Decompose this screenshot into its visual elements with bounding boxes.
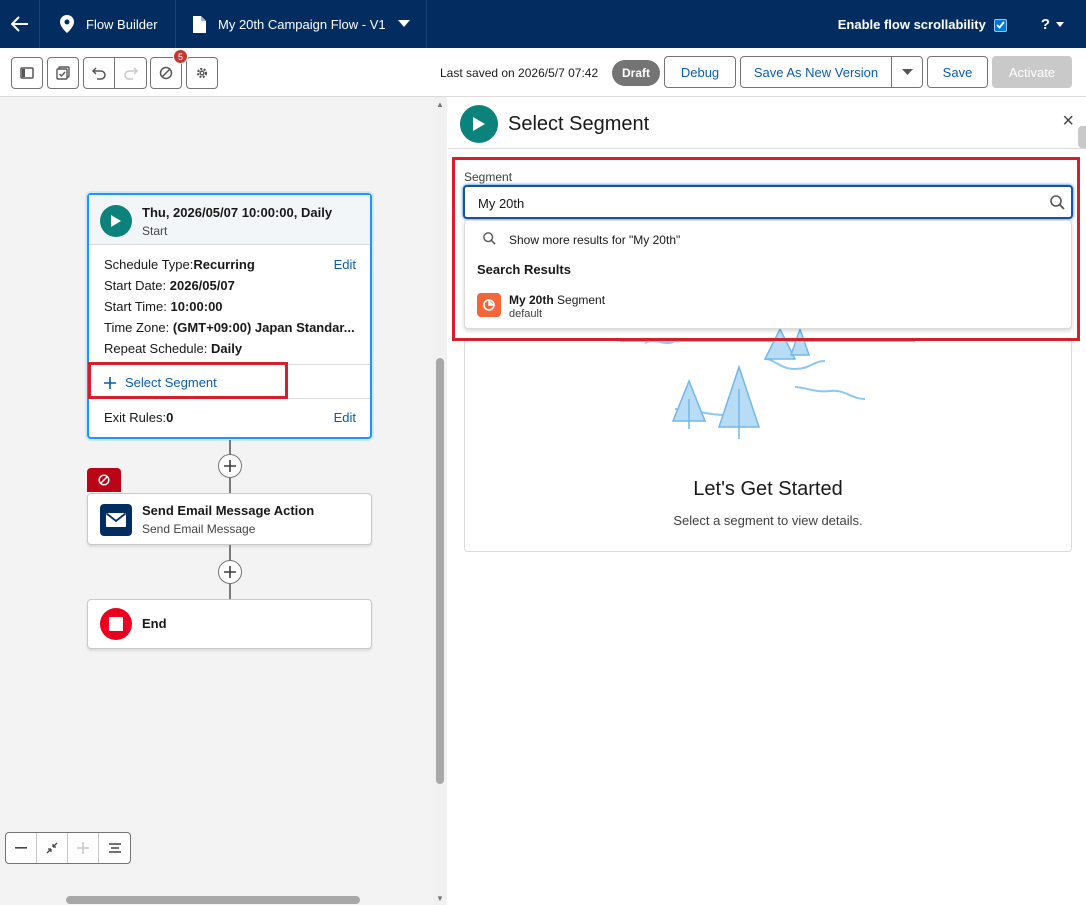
highlight-segment-lookup <box>452 157 1080 341</box>
send-email-subtitle: Send Email Message <box>142 522 256 536</box>
fault-indicator[interactable] <box>87 468 121 492</box>
play-icon <box>100 205 132 237</box>
end-node[interactable]: End <box>87 599 372 649</box>
add-element-button[interactable] <box>218 560 242 584</box>
toggle-toolbox-button[interactable] <box>11 57 43 89</box>
stop-icon <box>100 608 132 640</box>
edit-schedule-link[interactable]: Edit <box>334 257 356 272</box>
panel-collapse-tab[interactable] <box>1078 126 1086 148</box>
undo-icon <box>92 67 106 80</box>
sidebar-panel-icon <box>20 67 34 79</box>
help-menu[interactable]: ? <box>1041 16 1064 33</box>
back-arrow-icon <box>10 16 28 32</box>
start-node[interactable]: Thu, 2026/05/07 10:00:00, Daily Start Sc… <box>87 193 372 439</box>
edit-exit-rules-link[interactable]: Edit <box>334 410 356 425</box>
exit-rules-value: 0 <box>166 410 174 425</box>
start-time-row: Start Time: 10:00:00 <box>104 299 223 314</box>
ban-icon <box>159 66 173 80</box>
location-pin-icon <box>60 15 74 33</box>
time-zone-value: (GMT+09:00) Japan Standar... <box>172 320 355 335</box>
flow-name: My 20th Campaign Flow - V1 <box>218 16 386 32</box>
redo-button[interactable] <box>115 57 147 89</box>
start-date-value: 2026/05/07 <box>169 278 235 293</box>
start-node-title: Thu, 2026/05/07 10:00:00, Daily <box>142 205 333 220</box>
status-badge: Draft <box>612 60 660 86</box>
save-as-new-version-button[interactable]: Save As New Version <box>740 56 892 88</box>
redo-icon <box>123 67 138 80</box>
plus-icon <box>77 842 89 854</box>
top-bar: Flow Builder My 20th Campaign Flow - V1 … <box>0 0 1086 48</box>
close-icon[interactable]: × <box>1062 110 1074 133</box>
back-button[interactable] <box>0 0 40 48</box>
empty-state-card: Let's Get Started Select a segment to vi… <box>464 329 1072 552</box>
schedule-type-value: Recurring <box>193 257 255 272</box>
add-element-button[interactable] <box>218 454 242 478</box>
contract-icon <box>46 842 58 854</box>
save-button[interactable]: Save <box>927 56 988 88</box>
time-zone-row: Time Zone: (GMT+09:00) Japan Standar... <box>104 320 355 335</box>
flow-name-section[interactable]: My 20th Campaign Flow - V1 <box>176 0 427 48</box>
plus-icon <box>224 566 236 578</box>
mountain-illustration <box>620 329 915 439</box>
send-email-node[interactable]: Send Email Message Action Send Email Mes… <box>87 493 372 545</box>
flow-details-button[interactable] <box>47 57 79 89</box>
scroll-toggle-label: Enable flow scrollability <box>837 16 986 32</box>
start-time-label: Start Time: <box>104 299 167 314</box>
repeat-label: Repeat Schedule: <box>104 341 208 356</box>
email-icon <box>100 504 132 536</box>
app-name-section: Flow Builder <box>40 0 176 48</box>
settings-button[interactable] <box>186 57 218 89</box>
exit-rules-row: Exit Rules:0 <box>104 410 173 425</box>
copy-check-icon <box>56 66 70 80</box>
top-right-controls: Enable flow scrollability ? <box>838 0 1064 48</box>
ban-icon <box>98 474 110 486</box>
start-date-row: Start Date: 2026/05/07 <box>104 278 235 293</box>
scroll-down-arrow[interactable]: ▼ <box>436 894 444 903</box>
debug-button[interactable]: Debug <box>664 56 736 88</box>
start-node-subtitle: Start <box>142 224 168 238</box>
vertical-scroll-thumb[interactable] <box>436 358 444 784</box>
chevron-down-icon[interactable] <box>397 20 410 28</box>
repeat-row: Repeat Schedule: Daily <box>104 341 242 356</box>
document-icon <box>193 15 206 33</box>
exit-rules-label: Exit Rules: <box>104 410 167 425</box>
chevron-down-icon <box>901 68 913 75</box>
activate-button[interactable]: Activate <box>992 56 1072 88</box>
fit-view-button[interactable] <box>37 833 68 863</box>
error-count-badge: 5 <box>173 49 188 64</box>
align-center-icon <box>108 843 121 853</box>
empty-state-subtitle: Select a segment to view details. <box>673 513 863 528</box>
highlight-select-segment <box>88 362 288 399</box>
schedule-type-label: Schedule Type: <box>104 257 194 272</box>
start-date-label: Start Date: <box>104 278 167 293</box>
minus-icon <box>15 847 27 849</box>
plus-icon <box>224 460 236 472</box>
save-options-dropdown[interactable] <box>891 56 923 88</box>
schedule-type-row: Schedule Type:Recurring <box>104 257 255 272</box>
zoom-in-button[interactable] <box>68 833 99 863</box>
panel-header: Select Segment × <box>448 97 1086 149</box>
zoom-controls <box>5 832 131 864</box>
horizontal-scroll-thumb[interactable] <box>66 896 360 904</box>
end-node-title: End <box>142 616 167 631</box>
start-node-header: Thu, 2026/05/07 10:00:00, Daily Start <box>89 195 370 245</box>
scroll-toggle-checkbox[interactable] <box>993 18 1007 32</box>
empty-state-title: Let's Get Started <box>693 478 843 500</box>
start-time-value: 10:00:00 <box>170 299 223 314</box>
undo-button[interactable] <box>83 57 115 89</box>
repeat-value: Daily <box>210 341 243 356</box>
gear-icon <box>196 67 208 79</box>
help-icon: ? <box>1040 15 1050 33</box>
chevron-down-icon <box>1056 21 1064 27</box>
scroll-up-arrow[interactable]: ▲ <box>436 100 444 109</box>
panel-title: Select Segment <box>508 113 650 135</box>
send-email-title: Send Email Message Action <box>142 503 315 518</box>
auto-layout-button[interactable] <box>99 833 130 863</box>
play-icon <box>460 105 498 143</box>
last-saved-text: Last saved on 2026/5/7 07:42 <box>440 66 599 80</box>
checkmark-icon <box>996 21 1005 29</box>
time-zone-label: Time Zone: <box>104 320 170 335</box>
app-name: Flow Builder <box>86 16 158 32</box>
zoom-out-button[interactable] <box>6 833 37 863</box>
